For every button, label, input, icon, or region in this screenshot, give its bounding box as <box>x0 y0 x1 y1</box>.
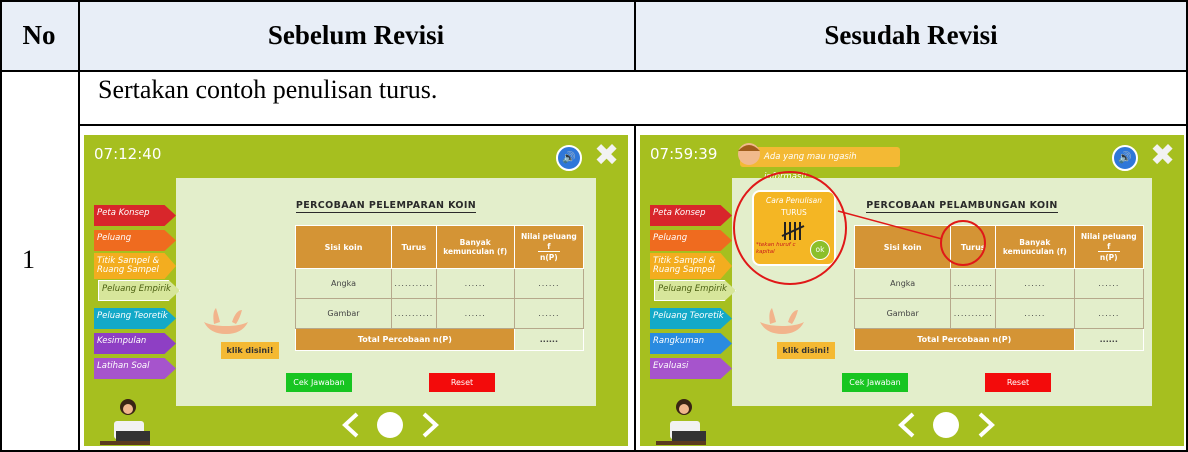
reset-button[interactable]: Reset <box>985 373 1051 392</box>
table-row: Gambar ........... ...... ...... <box>295 298 585 329</box>
tab-peluang[interactable]: Peluang <box>650 230 732 251</box>
person-at-laptop-icon <box>656 399 706 445</box>
tab-peluang-empirik[interactable]: Peluang Empirik <box>98 280 180 301</box>
before-screenshot: 07:12:40 🔊 ✖ PERCOBAAN PELEMPARAN KOIN P… <box>84 135 628 446</box>
prev-arrow-icon[interactable] <box>896 410 918 440</box>
tally-marks-icon <box>781 222 805 240</box>
person-at-laptop-icon <box>100 399 150 445</box>
close-icon[interactable]: ✖ <box>1150 141 1175 171</box>
table-header-row: Sisi koin Turus Banyak kemunculan (f) Ni… <box>853 225 1145 269</box>
tab-kesimpulan[interactable]: Kesimpulan <box>94 333 176 354</box>
popup-subtitle: TURUS <box>781 208 807 217</box>
home-circle-icon[interactable] <box>933 412 959 438</box>
border-col2-head <box>634 0 636 70</box>
tab-peluang-teoretik[interactable]: Peluang Teoretik <box>650 308 732 329</box>
panel-title: PERCOBAAN PELEMPARAN KOIN <box>295 200 477 213</box>
popup-note: *tekan huruf c kapital <box>756 242 796 255</box>
tab-peta-konsep[interactable]: Peta Konsep <box>94 205 176 226</box>
tab-peluang-teoretik[interactable]: Peluang Teoretik <box>94 308 176 329</box>
close-icon[interactable]: ✖ <box>594 141 619 171</box>
header-after: Sesudah Revisi <box>634 0 1188 70</box>
border-left <box>0 0 2 452</box>
timer: 07:12:40 <box>94 145 162 163</box>
probability-table: Sisi koin Turus Banyak kemunculan (f) Ni… <box>295 225 585 351</box>
info-banner[interactable]: Ada yang mau ngasih informasi! <box>740 147 900 182</box>
next-arrow-icon[interactable] <box>419 410 441 440</box>
table-row: Angka ........... ...... ...... <box>853 268 1145 299</box>
border-top <box>0 0 1188 2</box>
tab-titik-sampel[interactable]: Titik Sampel & Ruang Sampel <box>650 253 732 279</box>
hand-icon <box>204 308 248 334</box>
hand-icon <box>760 308 804 334</box>
table-header-row: Sisi koin Turus Banyak kemunculan (f) Ni… <box>295 225 585 269</box>
border-note <box>78 124 1188 126</box>
tab-peluang-empirik[interactable]: Peluang Empirik <box>654 280 736 301</box>
timer: 07:59:39 <box>650 145 718 163</box>
border-col1 <box>78 0 80 452</box>
click-here-button[interactable]: klik disini! <box>777 342 835 359</box>
prev-arrow-icon[interactable] <box>340 410 362 440</box>
reset-button[interactable]: Reset <box>429 373 495 392</box>
click-here-button[interactable]: klik disini! <box>221 342 279 359</box>
tab-evaluasi[interactable]: Evaluasi <box>650 358 732 379</box>
speaker-icon[interactable]: 🔊 <box>1112 145 1138 171</box>
tab-titik-sampel[interactable]: Titik Sampel & Ruang Sampel <box>94 253 176 279</box>
tab-peta-konsep[interactable]: Peta Konsep <box>650 205 732 226</box>
avatar-icon <box>738 143 760 165</box>
row-number: 1 <box>22 245 35 274</box>
next-arrow-icon[interactable] <box>975 410 997 440</box>
panel-title: PERCOBAAN PELAMBUNGAN KOIN <box>866 200 1058 213</box>
popup-title: Cara Penulisan <box>766 196 822 205</box>
after-screenshot: 07:59:39 Ada yang mau ngasih informasi! … <box>640 135 1184 446</box>
table-total-row: Total Percobaan n(P) ...... <box>295 328 585 351</box>
table-row: Angka ........... ...... ...... <box>295 268 585 299</box>
tab-peluang[interactable]: Peluang <box>94 230 176 251</box>
home-circle-icon[interactable] <box>377 412 403 438</box>
border-col2-body <box>634 124 636 452</box>
header-before: Sebelum Revisi <box>78 0 634 70</box>
tab-latihan-soal[interactable]: Latihan Soal <box>94 358 176 379</box>
border-right <box>1186 0 1188 452</box>
tab-rangkuman[interactable]: Rangkuman <box>650 333 732 354</box>
speaker-icon[interactable]: 🔊 <box>556 145 582 171</box>
check-answer-button[interactable]: Cek Jawaban <box>286 373 352 392</box>
table-total-row: Total Percobaan n(P) ...... <box>854 328 1145 351</box>
border-bottom <box>0 450 1188 452</box>
header-no: No <box>0 0 78 70</box>
tally-info-popup: Cara Penulisan TURUS *tekan huruf c kapi… <box>752 190 836 266</box>
table-row: Gambar ........... ...... ...... <box>853 298 1145 329</box>
check-answer-button[interactable]: Cek Jawaban <box>842 373 908 392</box>
border-header <box>0 70 1188 72</box>
probability-table: Sisi koin Turus Banyak kemunculan (f) Ni… <box>853 225 1145 351</box>
popup-ok-button[interactable]: ok <box>810 240 830 260</box>
row-note: Sertakan contoh penulisan turus. <box>98 75 438 104</box>
